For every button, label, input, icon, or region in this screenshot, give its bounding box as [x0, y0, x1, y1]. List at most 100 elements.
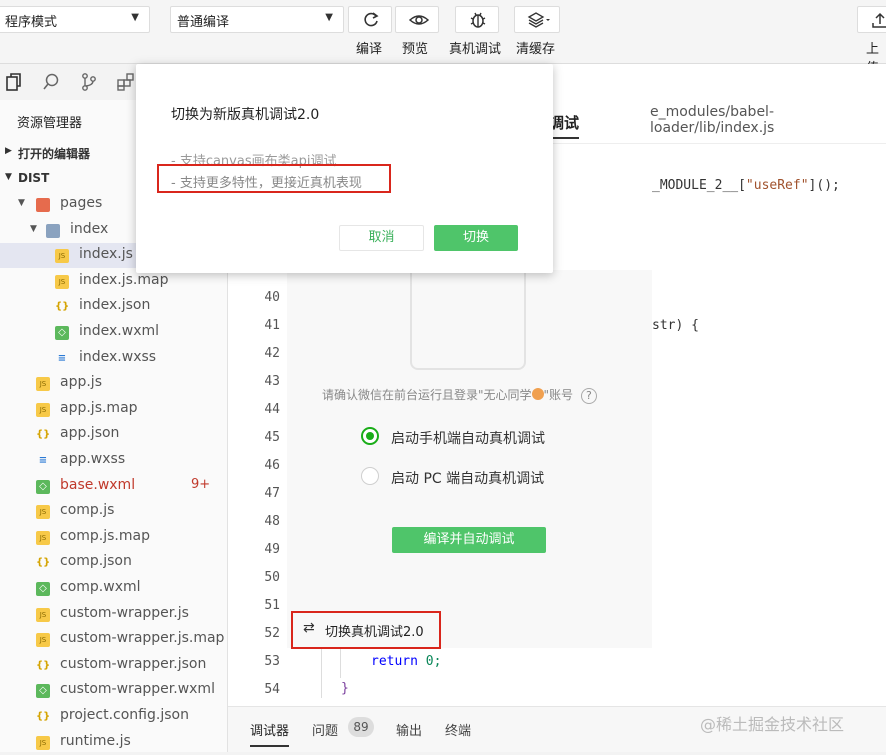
- folder-icon: [46, 223, 60, 238]
- open-editors-label: 打开的编辑器: [18, 147, 91, 161]
- chevron-down-icon: ▼: [131, 12, 139, 23]
- file-tree-item[interactable]: JS app.js: [0, 371, 228, 396]
- problem-count-badge: 9+: [191, 476, 211, 492]
- file-name: app.wxss: [60, 451, 126, 467]
- file-tree-item[interactable]: {} app.json: [0, 422, 228, 447]
- js-file-icon: JS: [55, 274, 69, 289]
- dialog-feature-2: - 支持更多特性，更接近真机表现: [171, 176, 362, 191]
- files-icon[interactable]: [5, 72, 23, 92]
- json-file-icon: {}: [36, 557, 51, 569]
- js-file-icon: JS: [36, 505, 50, 520]
- file-name: project.config.json: [60, 707, 189, 723]
- code-number: 0;: [425, 654, 442, 669]
- compile-button[interactable]: [348, 6, 392, 33]
- peach-emoji-icon: [531, 388, 544, 400]
- toolbar: 程序模式 ▼ 普通编译 ▼ 编译 预览 真机调试 清缓存 上传: [0, 0, 886, 76]
- folder-icon: [36, 198, 50, 212]
- file-name: index.json: [79, 297, 151, 314]
- debug-tab[interactable]: 调试: [549, 112, 580, 139]
- file-tree-item[interactable]: {} comp.json: [0, 550, 228, 575]
- file-tree-item[interactable]: ◇ base.wxml 9+: [0, 474, 228, 499]
- js-file-icon: JS: [36, 402, 50, 417]
- file-tree-item[interactable]: JS custom-wrapper.js.map: [0, 627, 228, 652]
- chevron-right-icon: ▶: [5, 146, 12, 156]
- radio-pc-auto-debug[interactable]: [361, 467, 379, 485]
- wxml-file-icon: ◇: [55, 326, 69, 340]
- switch-button[interactable]: 切换: [434, 225, 518, 251]
- line-number: 43: [264, 374, 280, 389]
- dist-label: DIST: [18, 171, 50, 185]
- code-line-brace: }: [341, 681, 349, 696]
- chevron-down-icon: ▼: [325, 12, 333, 23]
- file-name: custom-wrapper.json: [60, 655, 207, 672]
- file-name: base.wxml: [60, 476, 136, 493]
- file-tree-item[interactable]: {} custom-wrapper.json: [0, 653, 228, 678]
- cancel-button[interactable]: 取消: [339, 225, 424, 251]
- file-tree-item[interactable]: JS app.js.map: [0, 397, 228, 422]
- file-tree-item[interactable]: JS runtime.js: [0, 730, 228, 755]
- code-line-return: return 0;: [371, 654, 441, 669]
- wxml-file-icon: ◇: [36, 684, 50, 699]
- js-file-icon: JS: [36, 530, 50, 545]
- clear-cache-button[interactable]: [514, 6, 560, 33]
- tab-output[interactable]: 输出: [396, 720, 422, 739]
- file-tree-item[interactable]: {} index.json: [0, 294, 228, 319]
- line-number: 41: [264, 318, 280, 333]
- eye-icon: [408, 15, 430, 25]
- code-token: _MODULE_2__[: [652, 178, 746, 193]
- file-tree-item[interactable]: ◇ index.wxml: [0, 320, 228, 345]
- radio-mobile-auto-debug[interactable]: [361, 427, 379, 445]
- device-debug-button[interactable]: [455, 6, 499, 33]
- code-token: }: [341, 681, 349, 696]
- clear-cache-label: 清缓存: [516, 42, 556, 57]
- file-tree-item[interactable]: ≡ index.wxss: [0, 346, 228, 371]
- file-tree-item[interactable]: ◇ comp.wxml: [0, 576, 228, 601]
- preview-button[interactable]: [395, 6, 439, 33]
- activity-bar: [0, 64, 136, 100]
- line-number: 51: [264, 598, 280, 613]
- line-number: 47: [264, 486, 280, 501]
- tab-issues[interactable]: 问题: [312, 720, 338, 739]
- file-tree-item[interactable]: JS comp.js: [0, 499, 228, 524]
- file-tree-item[interactable]: {} project.config.json: [0, 704, 228, 729]
- wxml-file-icon: ◇: [36, 582, 50, 596]
- tab-debugger[interactable]: 调试器: [250, 720, 290, 747]
- json-file-icon: {}: [55, 301, 70, 313]
- help-icon[interactable]: ?: [580, 388, 597, 404]
- source-control-icon[interactable]: [80, 72, 98, 92]
- hint-prefix: 请确认微信在前台运行且登录"无心同学: [322, 388, 532, 402]
- file-tree-item[interactable]: JS comp.js.map: [0, 525, 228, 550]
- watermark: @稀土掘金技术社区: [700, 715, 845, 734]
- line-number: 53: [264, 654, 280, 669]
- tab-terminal[interactable]: 终端: [445, 720, 471, 739]
- file-name: comp.wxml: [60, 579, 141, 595]
- mode-select-value: 程序模式: [5, 15, 58, 30]
- json-file-icon: {}: [36, 429, 51, 441]
- file-path: e_modules/babel-loader/lib/index.js: [650, 104, 775, 136]
- line-number: 50: [264, 570, 280, 585]
- line-number: 42: [264, 346, 280, 361]
- compile-and-debug-button[interactable]: 编译并自动调试: [392, 527, 546, 553]
- line-number: 49: [264, 542, 280, 557]
- search-icon[interactable]: [42, 72, 60, 92]
- switch-devtools-2-button[interactable]: ⇄ 切换真机调试2.0: [291, 611, 441, 649]
- upload-button[interactable]: [857, 6, 886, 33]
- js-file-icon: JS: [36, 377, 50, 392]
- file-name: custom-wrapper.wxml: [60, 681, 215, 698]
- chevron-down-icon: ▼: [30, 223, 37, 234]
- extensions-icon[interactable]: [116, 72, 136, 92]
- indent-guide: [340, 648, 341, 678]
- wxml-file-icon: ◇: [36, 479, 50, 494]
- compile-select[interactable]: 普通编译 ▼: [170, 6, 344, 33]
- file-name: index: [70, 220, 109, 237]
- file-tree-item[interactable]: ◇ custom-wrapper.wxml: [0, 678, 228, 703]
- file-tree-item[interactable]: JS custom-wrapper.js: [0, 602, 228, 627]
- file-name: index.js: [79, 246, 133, 263]
- option-pc-label: 启动 PC 端自动真机调试: [391, 471, 545, 487]
- mode-select[interactable]: 程序模式 ▼: [0, 6, 150, 33]
- file-name: index.wxml: [79, 323, 160, 339]
- hint-suffix: "账号: [543, 388, 574, 402]
- json-file-icon: {}: [36, 659, 51, 671]
- file-tree-item[interactable]: ≡ app.wxss: [0, 448, 228, 473]
- file-name: app.js.map: [60, 399, 138, 416]
